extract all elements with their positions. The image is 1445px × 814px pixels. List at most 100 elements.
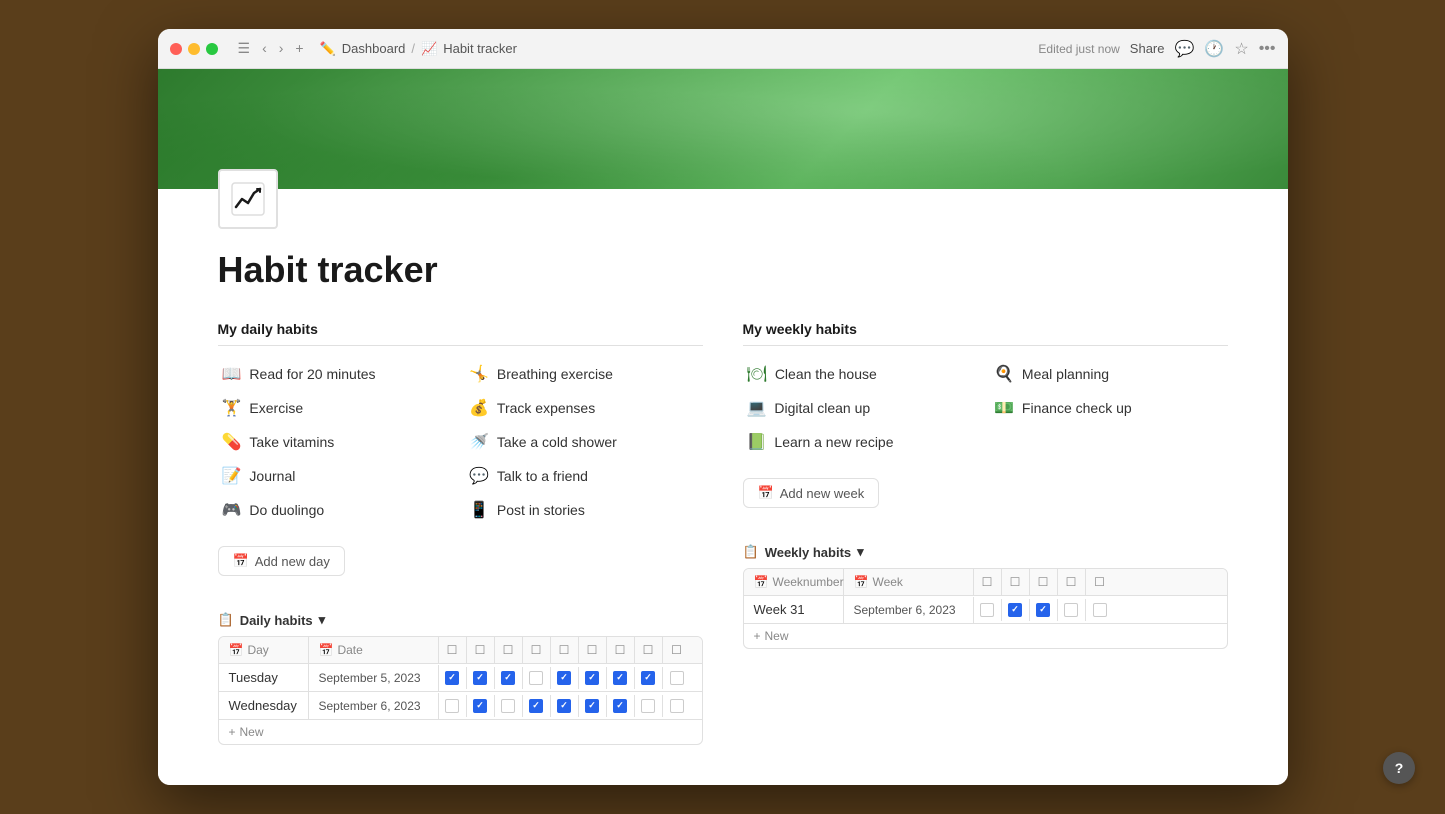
check-tue-5[interactable] [551,667,579,689]
check-wed-1[interactable] [439,695,467,717]
habit-finance[interactable]: 💵 Finance check up [990,392,1228,424]
check-w31-1[interactable] [974,599,1002,621]
checkbox-wed-3[interactable] [501,699,515,713]
habit-breathing-icon: 🤸 [469,364,489,384]
star-icon[interactable]: ☆ [1234,39,1248,59]
check-wed-4[interactable] [523,695,551,717]
check-tue-8[interactable] [635,667,663,689]
habit-meal-planning[interactable]: 🍳 Meal planning [990,358,1228,390]
habit-post-stories[interactable]: 📱 Post in stories [465,494,703,526]
add-row-icon: + [229,725,236,739]
check-wed-8[interactable] [635,695,663,717]
check-w31-5[interactable] [1086,599,1114,621]
add-new-week-button[interactable]: 📅 Add new week [743,478,880,508]
checkbox-w31-2[interactable] [1008,603,1022,617]
checkbox-w31-1[interactable] [980,603,994,617]
check-tue-7[interactable] [607,667,635,689]
habit-track-icon: 💰 [469,398,489,418]
back-icon[interactable]: ‹ [258,38,271,59]
habit-read-icon: 📖 [222,364,242,384]
checkbox-tue-4[interactable] [529,671,543,685]
edited-status: Edited just now [1038,42,1119,56]
weekly-col-checks: ☐ ☐ ☐ ☐ ☐ [974,569,1227,595]
checkbox-tue-7[interactable] [613,671,627,685]
comment-icon[interactable]: 💬 [1175,39,1195,59]
row-week31: Week 31 September 6, 2023 [744,596,1227,624]
check-tue-1[interactable] [439,667,467,689]
habit-clean-icon: 🍽 [747,364,767,384]
check-wed-9[interactable] [663,695,691,717]
habit-digital-clean[interactable]: 💻 Digital clean up [743,392,981,424]
add-daily-row[interactable]: + New [219,720,702,744]
check-tue-4[interactable] [523,667,551,689]
check-tue-2[interactable] [467,667,495,689]
habit-talk-friend[interactable]: 💬 Talk to a friend [465,460,703,492]
more-icon[interactable]: ••• [1259,40,1276,58]
checkbox-wed-6[interactable] [585,699,599,713]
checkbox-wed-2[interactable] [473,699,487,713]
check-w31-3[interactable] [1030,599,1058,621]
forward-icon[interactable]: › [275,38,288,59]
habit-journal-label: Journal [249,468,295,484]
add-new-day-button[interactable]: 📅 Add new day [218,546,345,576]
checkbox-wed-4[interactable] [529,699,543,713]
breadcrumb: ✏️ Dashboard / 📈 Habit tracker [320,41,517,57]
habit-exercise-label: Exercise [249,400,303,416]
habit-read[interactable]: 📖 Read for 20 minutes [218,358,456,390]
check-wed-7[interactable] [607,695,635,717]
checkbox-tue-2[interactable] [473,671,487,685]
check-wed-6[interactable] [579,695,607,717]
add-weekly-label: New [765,629,789,643]
col-weeknum-label: Weeknumber [772,575,843,589]
wcol-check-3: ☐ [1030,569,1058,595]
check-wed-5[interactable] [551,695,579,717]
close-button[interactable] [170,43,182,55]
habit-exercise[interactable]: 🏋 Exercise [218,392,456,424]
checkbox-wed-9[interactable] [670,699,684,713]
checkbox-tue-1[interactable] [445,671,459,685]
maximize-button[interactable] [206,43,218,55]
add-weekly-row[interactable]: + New [744,624,1227,648]
daily-column: My daily habits 📖 Read for 20 minutes 🤸 … [218,321,703,745]
checkbox-tue-5[interactable] [557,671,571,685]
add-page-icon[interactable]: + [291,38,307,59]
page-icon[interactable] [218,169,278,229]
checkbox-tue-6[interactable] [585,671,599,685]
checkbox-w31-5[interactable] [1093,603,1107,617]
weekly-table-header: 📅 Weeknumber 📅 Week ☐ ☐ ☐ [744,569,1227,596]
check-tue-3[interactable] [495,667,523,689]
cell-wed-day: Wednesday [219,692,309,719]
checkbox-wed-1[interactable] [445,699,459,713]
checkbox-tue-3[interactable] [501,671,515,685]
checkbox-tue-8[interactable] [641,671,655,685]
checkbox-wed-5[interactable] [557,699,571,713]
breadcrumb-current[interactable]: Habit tracker [443,41,517,56]
habit-vitamins[interactable]: 💊 Take vitamins [218,426,456,458]
help-button[interactable]: ? [1383,752,1415,784]
breadcrumb-dashboard[interactable]: Dashboard [342,41,406,56]
checkbox-tue-9[interactable] [670,671,684,685]
checkbox-w31-3[interactable] [1036,603,1050,617]
habit-clean-house[interactable]: 🍽 Clean the house [743,358,981,390]
weekly-db-header[interactable]: 📋 Weekly habits ▾ [743,544,1228,560]
habit-track-expenses[interactable]: 💰 Track expenses [465,392,703,424]
daily-db-header[interactable]: 📋 Daily habits ▾ [218,612,703,628]
sidebar-toggle-icon[interactable]: ☰ [234,38,255,59]
check-tue-6[interactable] [579,667,607,689]
minimize-button[interactable] [188,43,200,55]
check-w31-4[interactable] [1058,599,1086,621]
check-tue-9[interactable] [663,667,691,689]
habit-recipe[interactable]: 📗 Learn a new recipe [743,426,981,458]
check-wed-3[interactable] [495,695,523,717]
check-w31-2[interactable] [1002,599,1030,621]
habit-duolingo[interactable]: 🎮 Do duolingo [218,494,456,526]
checkbox-wed-7[interactable] [613,699,627,713]
habit-cold-shower[interactable]: 🚿 Take a cold shower [465,426,703,458]
share-button[interactable]: Share [1130,41,1165,56]
history-icon[interactable]: 🕐 [1204,39,1224,59]
habit-journal[interactable]: 📝 Journal [218,460,456,492]
checkbox-wed-8[interactable] [641,699,655,713]
checkbox-w31-4[interactable] [1064,603,1078,617]
check-wed-2[interactable] [467,695,495,717]
habit-breathing[interactable]: 🤸 Breathing exercise [465,358,703,390]
